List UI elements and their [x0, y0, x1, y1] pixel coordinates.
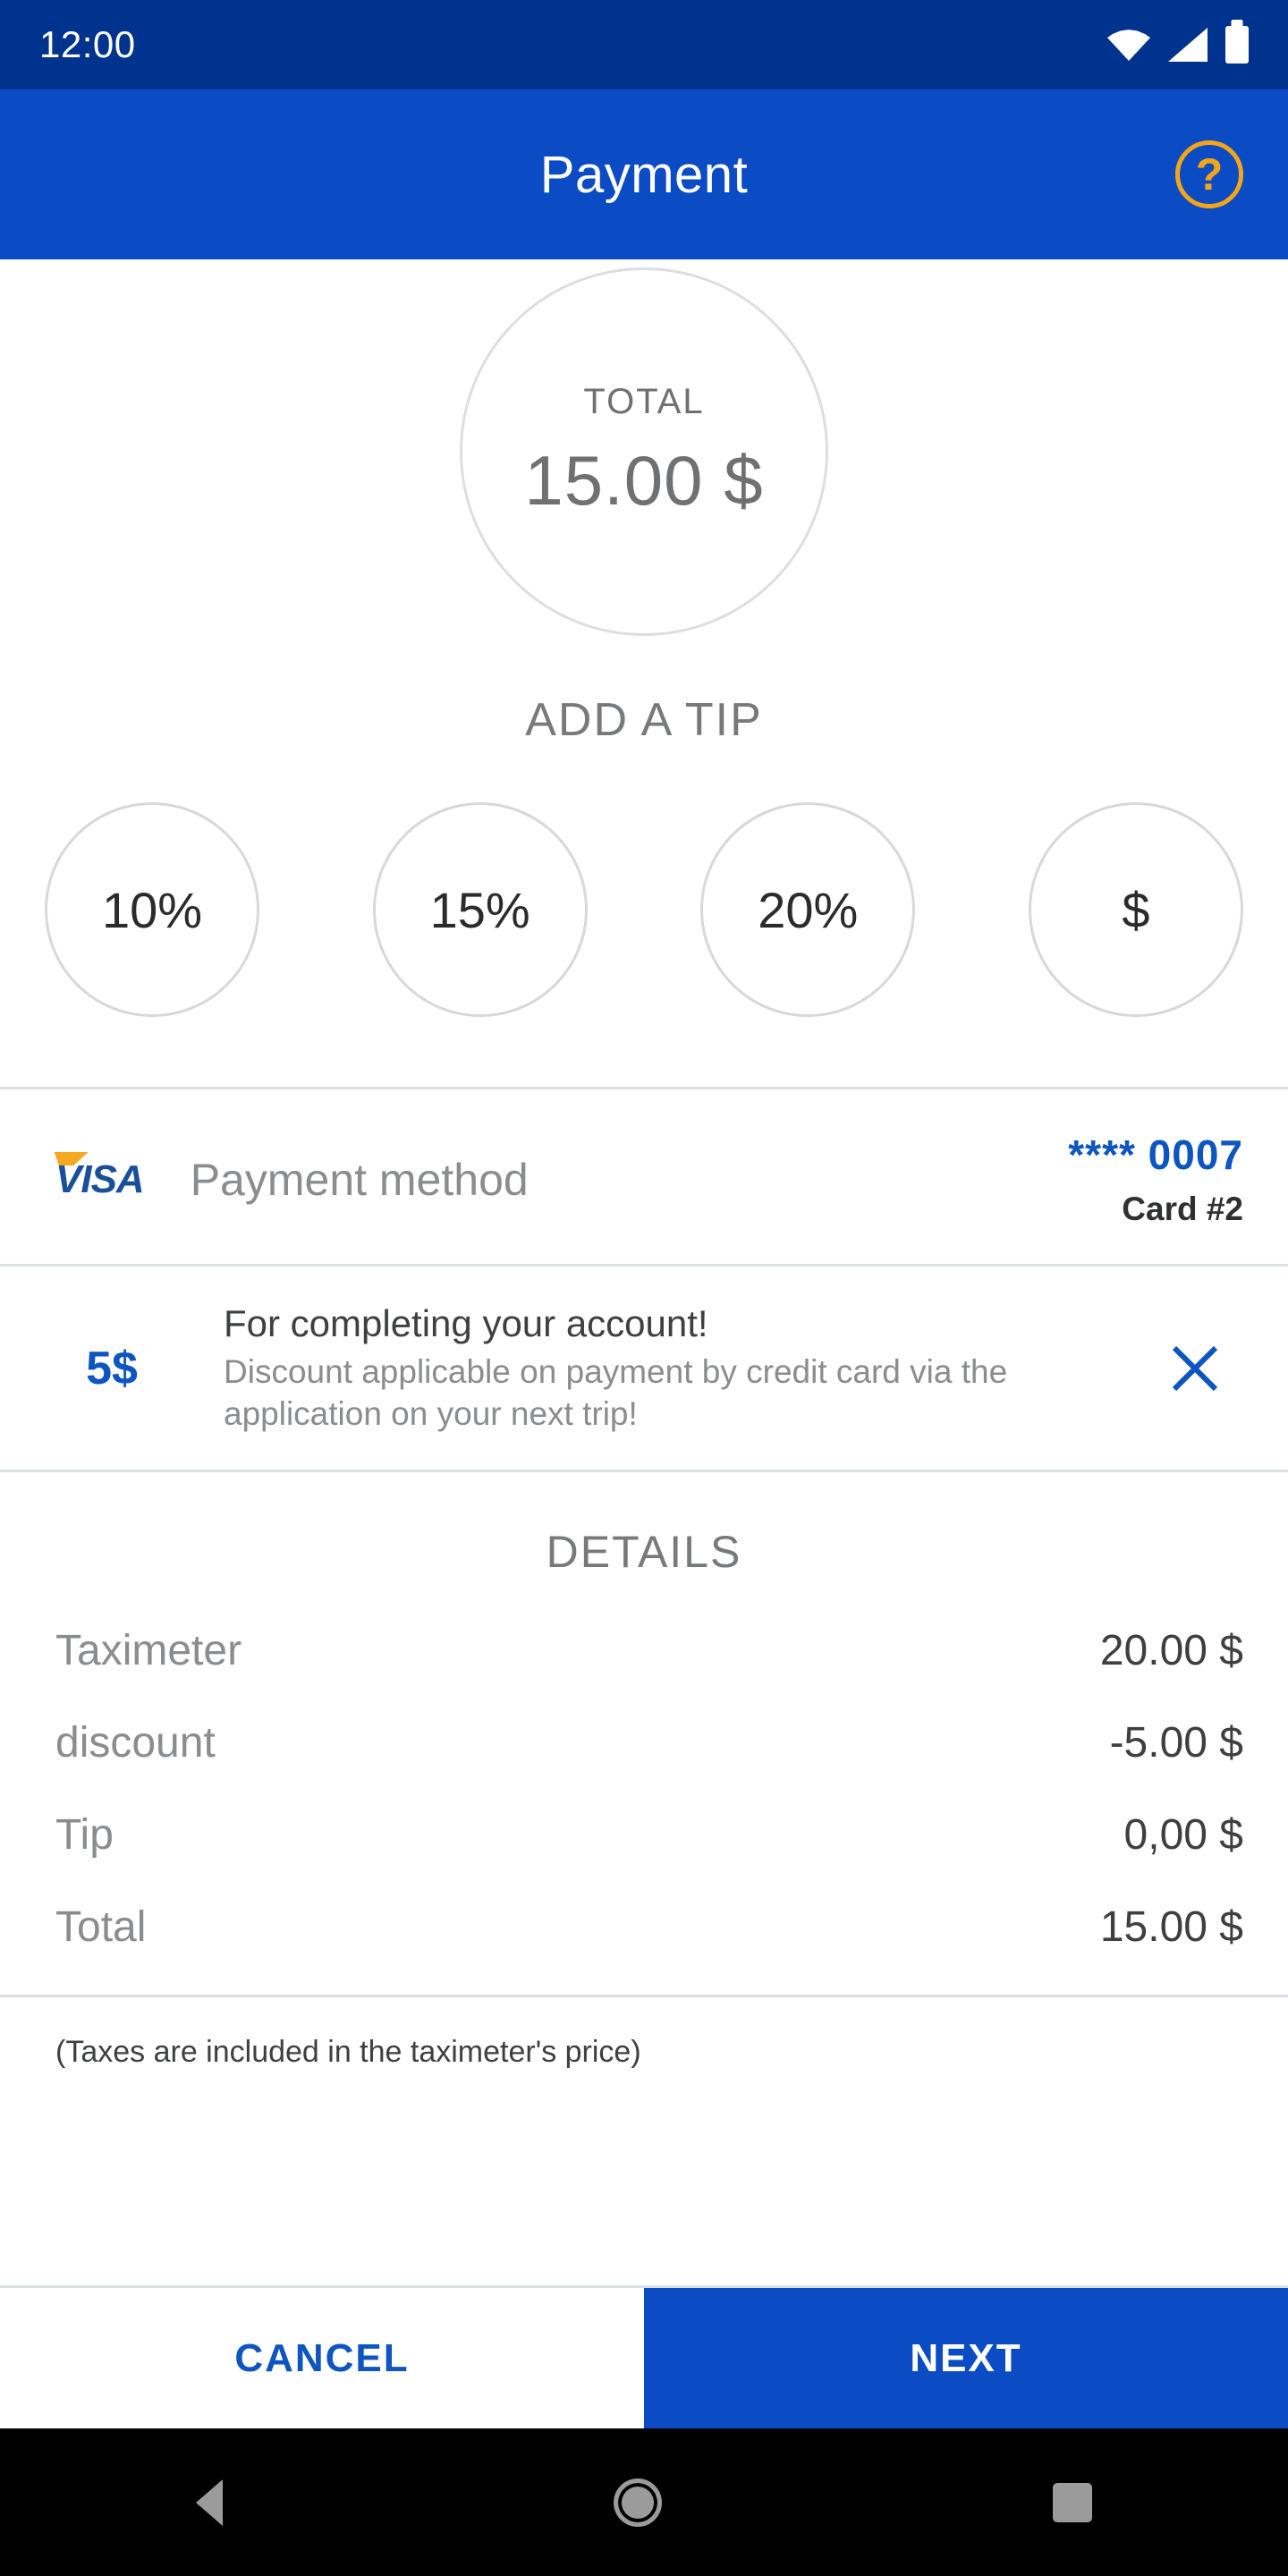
table-row: Taximeter 20.00 $ — [0, 1626, 1288, 1675]
table-row: Total 15.00 $ — [0, 1902, 1288, 1952]
status-clock: 12:00 — [39, 23, 136, 65]
cancel-button[interactable]: CANCEL — [0, 2288, 644, 2428]
status-icon-group — [1107, 26, 1249, 64]
detail-value: 15.00 $ — [1099, 1902, 1243, 1951]
action-bar: CANCEL NEXT — [0, 2285, 1288, 2428]
help-icon[interactable]: ? — [1175, 140, 1243, 208]
divider — [0, 1469, 1288, 1472]
detail-label: Taximeter — [55, 1626, 242, 1674]
back-triangle-icon[interactable] — [195, 2479, 223, 2526]
tip-options: 10% 15% 20% $ — [0, 802, 1288, 1017]
battery-icon — [1225, 26, 1249, 64]
tip-option-label: 20% — [758, 881, 859, 938]
help-icon-glyph: ? — [1195, 149, 1224, 199]
card-name: Card #2 — [1122, 1191, 1243, 1227]
close-icon-glyph — [1172, 1346, 1218, 1392]
promo-description: Discount applicable on payment by credit… — [224, 1353, 1008, 1433]
table-row: discount -5.00 $ — [0, 1718, 1288, 1767]
details-heading: DETAILS — [546, 1526, 742, 1577]
total-circle: TOTAL 15.00 $ — [460, 267, 828, 636]
total-label: TOTAL — [583, 382, 705, 421]
payment-method-label: Payment method — [190, 1154, 529, 1205]
recents-square-icon[interactable] — [1053, 2482, 1093, 2522]
tax-note: (Taxes are included in the taximeter's p… — [55, 2034, 641, 2069]
status-bar: 12:00 — [0, 0, 1288, 89]
detail-label: discount — [55, 1718, 216, 1767]
main-content: TOTAL 15.00 $ ADD A TIP 10% 15% 20% $ VI… — [0, 259, 1288, 2070]
payment-screen: 12:00 Payment ? TOTAL 15.00 $ ADD A TIP … — [0, 0, 1288, 2576]
payment-method-value: **** 0007 Card #2 — [1068, 1131, 1243, 1228]
tip-option-label: 15% — [429, 881, 530, 938]
tip-option-label: $ — [1122, 881, 1150, 938]
divider — [0, 1994, 1288, 1997]
detail-label: Total — [55, 1902, 147, 1951]
app-bar: Payment ? — [0, 89, 1288, 259]
detail-label: Tip — [55, 1810, 114, 1859]
next-button[interactable]: NEXT — [644, 2288, 1288, 2428]
total-section: TOTAL 15.00 $ — [0, 259, 1288, 644]
home-circle-icon[interactable] — [613, 2478, 662, 2527]
tip-option-20[interactable]: 20% — [700, 802, 916, 1017]
tip-option-15[interactable]: 15% — [372, 802, 588, 1017]
detail-value: 0,00 $ — [1123, 1810, 1243, 1859]
promo-text: For completing your account! Discount ap… — [224, 1302, 1141, 1436]
tip-option-10[interactable]: 10% — [45, 802, 259, 1017]
cellular-signal-icon — [1168, 28, 1208, 62]
detail-value: 20.00 $ — [1099, 1626, 1243, 1674]
tip-option-label: 10% — [101, 881, 203, 938]
payment-method-row[interactable]: VISA Payment method **** 0007 Card #2 — [0, 1089, 1288, 1264]
total-amount: 15.00 $ — [524, 441, 764, 520]
promo-banner: 5$ For completing your account! Discount… — [0, 1267, 1288, 1470]
page-title: Payment — [539, 145, 749, 204]
close-icon[interactable] — [1141, 1343, 1249, 1394]
tip-heading: ADD A TIP — [525, 694, 763, 746]
wifi-icon — [1107, 30, 1150, 61]
card-number: **** 0007 — [1068, 1131, 1243, 1178]
android-nav-bar — [0, 2428, 1288, 2576]
promo-title: For completing your account! — [224, 1302, 708, 1344]
detail-value: -5.00 $ — [1109, 1718, 1243, 1767]
tip-option-custom[interactable]: $ — [1028, 802, 1243, 1017]
visa-logo-icon: VISA — [55, 1157, 145, 1201]
promo-amount: 5$ — [86, 1343, 138, 1395]
table-row: Tip 0,00 $ — [0, 1810, 1288, 1860]
